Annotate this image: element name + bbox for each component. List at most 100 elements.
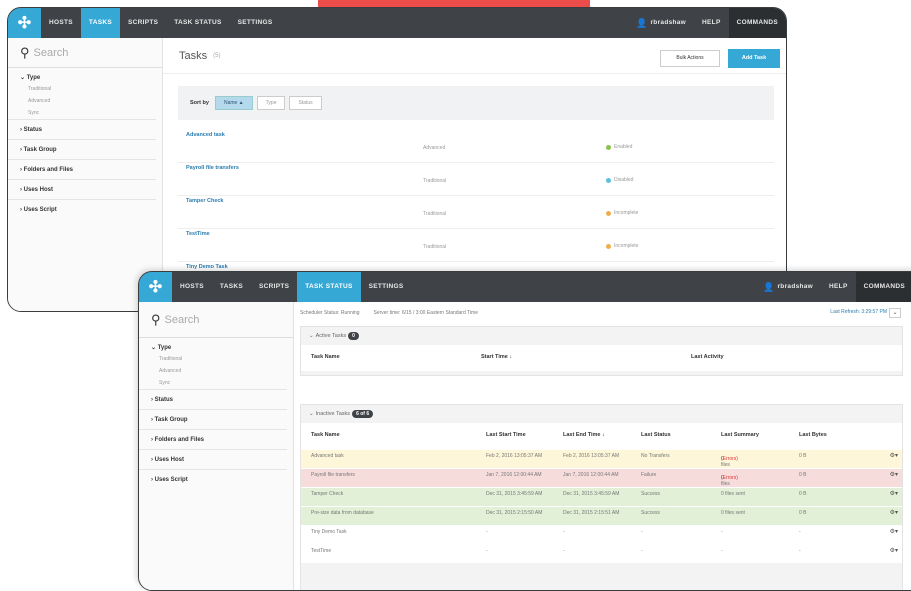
- nav-settings[interactable]: SETTINGS: [361, 272, 412, 302]
- facet-folders-and-files[interactable]: › Folders and Files: [139, 429, 287, 449]
- col-task-name[interactable]: Task Name: [311, 354, 340, 360]
- task-type: Advanced: [423, 145, 446, 151]
- user-menu[interactable]: 👤 rbradshaw: [628, 8, 694, 38]
- sort-label: Sort by: [190, 100, 209, 106]
- col-last-bytes[interactable]: Last Bytes: [799, 432, 827, 438]
- cell-bytes: 0 B: [799, 510, 807, 516]
- last-refresh-link[interactable]: Last Refresh: 3:29:57 PM: [830, 309, 887, 315]
- scheduler-status: Scheduler Status: Running: [300, 310, 360, 316]
- facet-uses-script[interactable]: › Uses Script: [139, 469, 287, 489]
- cell-start: Jan 7, 2016 12:00:44 AM: [486, 472, 542, 478]
- sort-name[interactable]: Name ▲: [214, 96, 253, 110]
- inactive-tasks-panel: ⌄ Inactive Tasks 6 of 6 Task Name Last S…: [300, 404, 903, 590]
- search-input[interactable]: Search: [34, 47, 69, 59]
- task-status: Enabled: [606, 144, 632, 150]
- task-status-window: ✣ HOSTS TASKS SCRIPTS TASK STATUS SETTIN…: [138, 271, 911, 591]
- search-input[interactable]: Search: [165, 314, 200, 326]
- cell-name: TestTime: [311, 548, 332, 554]
- nav-hosts[interactable]: HOSTS: [172, 272, 212, 302]
- facet-task-group[interactable]: › Task Group: [139, 409, 287, 429]
- cell-summary: -: [721, 529, 723, 535]
- cell-bytes: 0 B: [799, 491, 807, 497]
- task-link[interactable]: Tamper Check: [186, 198, 224, 204]
- gear-icon[interactable]: ⚙▾: [890, 548, 898, 554]
- type-option[interactable]: Advanced: [139, 365, 293, 377]
- user-icon: 👤: [635, 18, 648, 28]
- facet-uses-host[interactable]: › Uses Host: [139, 449, 287, 469]
- gear-icon[interactable]: ⚙▾: [890, 491, 898, 497]
- help-menu[interactable]: HELP: [821, 272, 856, 302]
- commands-menu[interactable]: COMMANDS: [855, 272, 911, 302]
- sort-type[interactable]: Type: [256, 96, 286, 110]
- search-box[interactable]: ⚲ Search: [8, 38, 162, 68]
- cell-summary-error[interactable]: (Errors): [721, 475, 738, 481]
- facet-folders-and-files[interactable]: › Folders and Files: [8, 159, 156, 179]
- facet-task-group[interactable]: › Task Group: [8, 139, 156, 159]
- list-item: Tamper Check Traditional Incomplete: [178, 196, 774, 229]
- user-icon: 👤: [762, 282, 775, 292]
- table-row[interactable]: TestTime - - - - - ⚙▾: [301, 544, 902, 563]
- help-menu[interactable]: HELP: [694, 8, 729, 38]
- search-box[interactable]: ⚲ Search: [139, 302, 293, 338]
- task-link[interactable]: Tiny Demo Task: [186, 264, 228, 270]
- cell-summary-error[interactable]: (Errors): [721, 456, 738, 462]
- nav-task-status[interactable]: TASK STATUS: [166, 8, 229, 38]
- facet-uses-host[interactable]: › Uses Host: [8, 179, 156, 199]
- task-link[interactable]: Advanced task: [186, 132, 225, 138]
- table-row[interactable]: Pre-size data from database Dec 31, 2015…: [301, 506, 902, 525]
- gear-icon[interactable]: ⚙▾: [890, 510, 898, 516]
- col-start-time[interactable]: Start Time ↓: [481, 354, 512, 360]
- task-type: Traditional: [423, 211, 447, 217]
- table-row[interactable]: Payroll file transfers Jan 7, 2016 12:00…: [301, 468, 902, 493]
- top-nav-bar: ✣ HOSTS TASKS SCRIPTS TASK STATUS SETTIN…: [139, 272, 911, 302]
- table-row[interactable]: Advanced task Feb 2, 2016 13:05:37 AM Fe…: [301, 449, 902, 474]
- active-tasks-toggle[interactable]: ⌄ Active Tasks 0: [301, 327, 902, 345]
- facet-status[interactable]: › Status: [139, 389, 287, 409]
- col-last-start[interactable]: Last Start Time: [486, 432, 526, 438]
- type-option[interactable]: Traditional: [8, 83, 162, 95]
- nav-scripts[interactable]: SCRIPTS: [251, 272, 297, 302]
- nav-task-status[interactable]: TASK STATUS: [297, 272, 361, 302]
- gear-icon[interactable]: ⚙▾: [890, 472, 898, 478]
- cell-bytes: -: [799, 529, 801, 535]
- facet-uses-script[interactable]: › Uses Script: [8, 199, 156, 219]
- search-icon: ⚲: [20, 44, 30, 60]
- nav-tasks[interactable]: TASKS: [212, 272, 251, 302]
- table-row[interactable]: Tiny Demo Task - - - - - ⚙▾: [301, 525, 902, 544]
- col-last-summary[interactable]: Last Summary: [721, 432, 759, 438]
- inactive-tasks-toggle[interactable]: ⌄ Inactive Tasks 6 of 6: [301, 405, 902, 423]
- goanywhere-logo-icon[interactable]: ✣: [8, 8, 41, 38]
- col-task-name[interactable]: Task Name: [311, 432, 340, 438]
- facet-type[interactable]: ⌄ Type: [8, 68, 162, 83]
- sort-status[interactable]: Status: [289, 96, 322, 110]
- gear-icon[interactable]: ⚙▾: [890, 529, 898, 535]
- add-task-button[interactable]: Add Task: [728, 49, 780, 68]
- commands-menu[interactable]: COMMANDS: [728, 8, 786, 38]
- task-link[interactable]: TestTime: [186, 231, 210, 237]
- cell-end: Dec 31, 2015 3:45:59 AM: [563, 491, 620, 497]
- facet-type[interactable]: ⌄ Type: [139, 338, 293, 353]
- facet-status[interactable]: › Status: [8, 119, 156, 139]
- nav-settings[interactable]: SETTINGS: [230, 8, 281, 38]
- nav-scripts[interactable]: SCRIPTS: [120, 8, 166, 38]
- col-last-activity[interactable]: Last Activity: [691, 354, 724, 360]
- refresh-dropdown[interactable]: ⌄: [889, 308, 901, 318]
- nav-tasks[interactable]: TASKS: [80, 8, 120, 38]
- type-option[interactable]: Sync: [8, 107, 162, 119]
- nav-hosts[interactable]: HOSTS: [41, 8, 81, 38]
- task-link[interactable]: Payroll file transfers: [186, 165, 239, 171]
- status-main: Scheduler Status: Running Server time: 6…: [294, 302, 911, 590]
- user-name: rbradshaw: [650, 19, 687, 26]
- table-row[interactable]: Tamper Check Dec 31, 2015 3:45:59 AM Dec…: [301, 487, 902, 506]
- col-last-status[interactable]: Last Status: [641, 432, 671, 438]
- type-option[interactable]: Traditional: [139, 353, 293, 365]
- bulk-actions-button[interactable]: Bulk Actions: [660, 50, 720, 67]
- cell-start: Dec 31, 2015 3:45:59 AM: [486, 491, 543, 497]
- task-status: Incomplete: [606, 210, 638, 216]
- col-last-end[interactable]: Last End Time ↓: [563, 432, 605, 438]
- type-option[interactable]: Sync: [139, 377, 293, 389]
- user-menu[interactable]: 👤 rbradshaw: [755, 272, 821, 302]
- goanywhere-logo-icon[interactable]: ✣: [139, 272, 172, 302]
- type-option[interactable]: Advanced: [8, 95, 162, 107]
- gear-icon[interactable]: ⚙▾: [890, 453, 898, 459]
